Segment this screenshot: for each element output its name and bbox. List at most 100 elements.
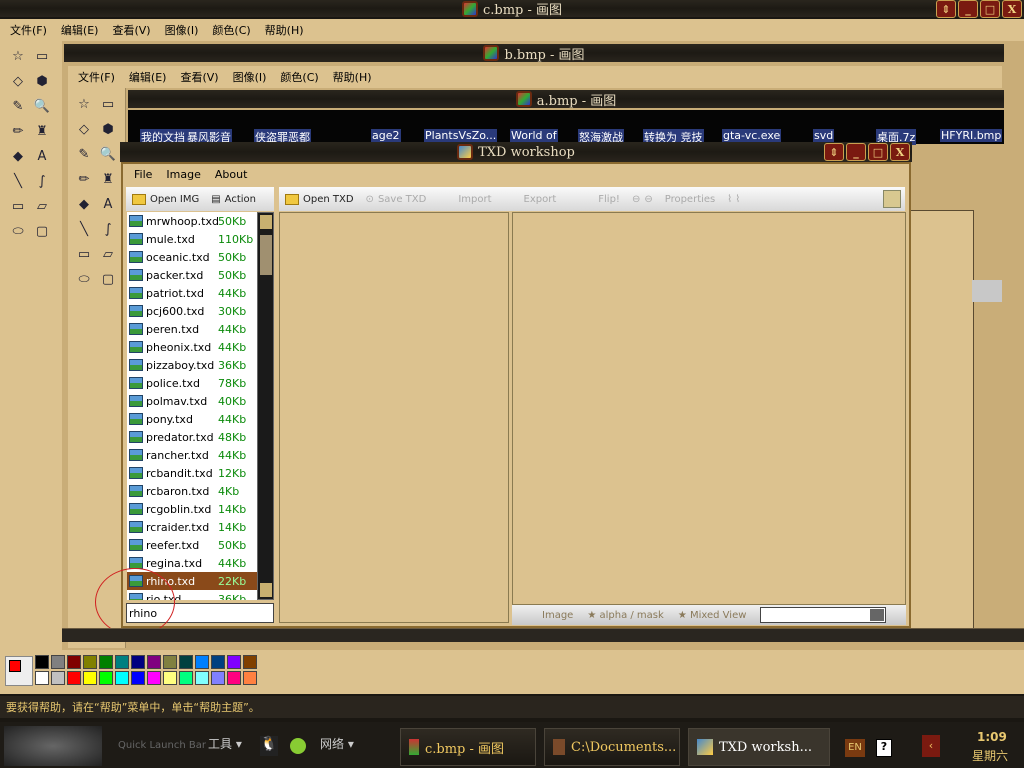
text-tool-icon[interactable]: A [98, 194, 118, 214]
txd-minimize-button[interactable]: _ [846, 143, 866, 161]
language-indicator[interactable]: EN [845, 739, 865, 757]
file-list-item[interactable]: patriot.txd 44Kb [127, 284, 257, 302]
file-list-scrollbar[interactable] [257, 212, 274, 600]
palette-swatch[interactable] [51, 655, 65, 669]
eraser-tool-icon[interactable]: ◇ [74, 119, 94, 139]
txd-maximize-button[interactable]: □ [868, 143, 888, 161]
rectangle-tool-icon[interactable]: ▭ [74, 244, 94, 264]
eraser-tool-icon[interactable]: ◇ [8, 71, 28, 91]
ellipse-tool-icon[interactable]: ⬭ [8, 221, 28, 241]
palette-swatch[interactable] [147, 671, 161, 685]
show-hidden-icons-button[interactable]: ‹ [922, 735, 940, 757]
polygon-tool-icon[interactable]: ▱ [98, 244, 118, 264]
export-button[interactable]: Export [524, 194, 557, 205]
polygon-tool-icon[interactable]: ▱ [32, 196, 52, 216]
txd-menu-item[interactable]: About [215, 168, 248, 181]
file-list-item[interactable]: peren.txd 44Kb [127, 320, 257, 338]
properties-button[interactable]: Properties [665, 194, 716, 205]
flip-button[interactable]: Flip! [598, 194, 620, 205]
palette-swatch[interactable] [131, 655, 145, 669]
palette-swatch[interactable] [115, 655, 129, 669]
palette-swatch[interactable] [83, 671, 97, 685]
menu-item[interactable]: 查看(V) [112, 22, 150, 38]
file-list-item[interactable]: rcraider.txd 14Kb [127, 518, 257, 536]
task-documents[interactable]: C:\Documents... [544, 728, 680, 766]
menu-item[interactable]: 查看(V) [180, 69, 218, 85]
picker-tool-icon[interactable]: ✎ [8, 96, 28, 116]
palette-swatch[interactable] [35, 655, 49, 669]
rectangle-tool-icon[interactable]: ▭ [8, 196, 28, 216]
desktop-icon-label[interactable]: HFYRI.bmp [940, 129, 1003, 142]
palette-swatch[interactable] [67, 655, 81, 669]
file-list-item[interactable]: oceanic.txd 50Kb [127, 248, 257, 266]
view-dropdown[interactable] [760, 607, 887, 623]
horizontal-scrollbar[interactable] [62, 628, 1024, 642]
airbrush-tool-icon[interactable]: ◆ [8, 146, 28, 166]
file-list-item[interactable]: polmav.txd 40Kb [127, 392, 257, 410]
picker-tool-icon[interactable]: ✎ [74, 144, 94, 164]
free-select-tool-icon[interactable]: ☆ [74, 94, 94, 114]
desktop-icon-label[interactable]: gta-vc.exe [722, 129, 782, 142]
menu-item[interactable]: 编辑(E) [61, 22, 99, 38]
minimize-button[interactable]: _ [958, 0, 978, 18]
tools-toolbar-button[interactable]: 工具 ▾ [208, 735, 242, 752]
fill-tool-icon[interactable]: ⬢ [32, 71, 52, 91]
file-list-item[interactable]: pizzaboy.txd 36Kb [127, 356, 257, 374]
file-list-item[interactable]: mule.txd 110Kb [127, 230, 257, 248]
file-list-item[interactable]: pony.txd 44Kb [127, 410, 257, 428]
palette-swatch[interactable] [115, 671, 129, 685]
menu-item[interactable]: 帮助(H) [333, 69, 372, 85]
file-list-item[interactable]: packer.txd 50Kb [127, 266, 257, 284]
palette-swatch[interactable] [67, 671, 81, 685]
palette-swatch[interactable] [131, 671, 145, 685]
txd-menu-item[interactable]: Image [166, 168, 200, 181]
palette-swatch[interactable] [211, 655, 225, 669]
import-button[interactable]: Import [458, 194, 491, 205]
app-icon-green[interactable] [290, 738, 306, 754]
file-list-item[interactable]: pheonix.txd 44Kb [127, 338, 257, 356]
magnifier-tool-icon[interactable]: 🔍 [98, 144, 118, 164]
rect-select-tool-icon[interactable]: ▭ [32, 46, 52, 66]
brush-tool-icon[interactable]: ♜ [32, 121, 52, 141]
tool-icons[interactable]: ⌇ ⌇ [727, 194, 740, 205]
palette-swatch[interactable] [163, 655, 177, 669]
palette-swatch[interactable] [99, 671, 113, 685]
palette-swatch[interactable] [147, 655, 161, 669]
palette-swatch[interactable] [195, 655, 209, 669]
rect-select-tool-icon[interactable]: ▭ [98, 94, 118, 114]
file-list-item[interactable]: mrwhoop.txd 50Kb [127, 212, 257, 230]
close-button[interactable]: X [1002, 0, 1022, 18]
desktop-icon-label[interactable]: World of [510, 129, 558, 142]
qq-icon[interactable]: 🐧 [260, 736, 278, 756]
menu-item[interactable]: 颜色(C) [212, 22, 250, 38]
network-toolbar-button[interactable]: 网络 ▾ [320, 735, 354, 752]
menu-item[interactable]: 文件(F) [78, 69, 115, 85]
open-txd-button[interactable]: Open TXD [285, 193, 354, 205]
action-button[interactable]: ▤ Action [211, 194, 256, 205]
desktop-icon-label[interactable]: svd [813, 129, 835, 142]
pencil-tool-icon[interactable]: ✏ [74, 169, 94, 189]
file-list-item[interactable]: pcj600.txd 30Kb [127, 302, 257, 320]
palette-swatch[interactable] [243, 671, 257, 685]
text-tool-icon[interactable]: A [32, 146, 52, 166]
palette-swatch[interactable] [211, 671, 225, 685]
palette-swatch[interactable] [179, 655, 193, 669]
menu-item[interactable]: 图像(I) [233, 69, 267, 85]
fill-tool-icon[interactable]: ⬢ [98, 119, 118, 139]
palette-swatch[interactable] [227, 671, 241, 685]
txd-close-button[interactable]: X [890, 143, 910, 161]
scroll-up-arrow[interactable] [260, 215, 272, 229]
maximize-button[interactable]: □ [980, 0, 1000, 18]
file-list-item[interactable]: rcbaron.txd 4Kb [127, 482, 257, 500]
scroll-down-arrow[interactable] [260, 583, 272, 597]
palette-swatch[interactable] [35, 671, 49, 685]
desktop-icon-label[interactable]: age2 [371, 129, 401, 142]
txd-menu-item[interactable]: File [134, 168, 152, 181]
ellipse-tool-icon[interactable]: ⬭ [74, 269, 94, 289]
palette-swatch[interactable] [51, 671, 65, 685]
file-list-item[interactable]: police.txd 78Kb [127, 374, 257, 392]
help-icon[interactable]: ? [876, 739, 892, 757]
file-list-item[interactable]: predator.txd 48Kb [127, 428, 257, 446]
file-list-item[interactable]: reefer.txd 50Kb [127, 536, 257, 554]
open-img-button[interactable]: Open IMG [132, 193, 199, 205]
